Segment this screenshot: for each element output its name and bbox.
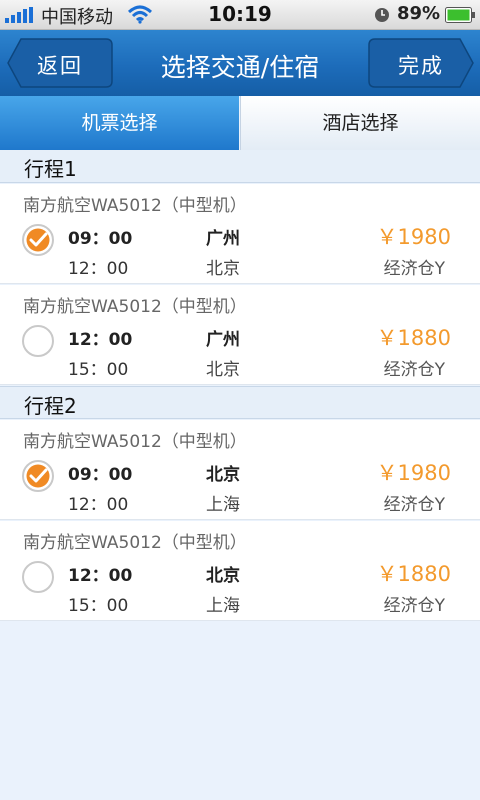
flight-option[interactable]: 南方航空WA5012（中型机） 09：00 12：00 北京 上海 ￥1980 … [0, 420, 480, 520]
flight-option[interactable]: 南方航空WA5012（中型机） 12：00 15：00 广州 北京 ￥1880 … [0, 285, 480, 385]
cabin-class: 经济仓Y [383, 259, 445, 279]
checked-radio-icon[interactable] [21, 223, 55, 257]
unchecked-radio-icon[interactable] [21, 324, 55, 358]
back-button-label: 返回 [37, 54, 83, 78]
done-button-label: 完成 [398, 54, 444, 78]
airline-info: 南方航空WA5012（中型机） [23, 196, 247, 216]
departure-time: 12：00 [68, 330, 133, 350]
itinerary-header: 行程1 [0, 150, 480, 183]
tab-hotel[interactable]: 酒店选择 [240, 96, 480, 150]
arrival-time: 12：00 [68, 495, 129, 515]
flight-price: ￥1980 [376, 461, 451, 485]
itinerary-title: 行程1 [24, 157, 77, 181]
segment-tabs: 机票选择 酒店选择 [0, 96, 480, 150]
departure-time: 12：00 [68, 566, 133, 586]
departure-time: 09：00 [68, 229, 133, 249]
signal-bars-icon [5, 7, 33, 23]
flight-price: ￥1980 [376, 225, 451, 249]
airline-info: 南方航空WA5012（中型机） [23, 297, 247, 317]
cabin-class: 经济仓Y [383, 495, 445, 515]
arrival-city: 上海 [206, 596, 240, 616]
cabin-class: 经济仓Y [383, 596, 445, 616]
airline-info: 南方航空WA5012（中型机） [23, 432, 247, 452]
carrier-name: 中国移动 [41, 7, 113, 28]
tab-flight[interactable]: 机票选择 [0, 96, 239, 150]
nav-bar: 返回 选择交通/住宿 完成 [0, 30, 480, 96]
arrival-time: 15：00 [68, 596, 129, 616]
flight-price: ￥1880 [376, 562, 451, 586]
status-bar: 中国移动 10:19 89% [0, 0, 480, 30]
departure-city: 广州 [206, 330, 240, 350]
arrival-time: 12：00 [68, 259, 129, 279]
itinerary-header: 行程2 [0, 386, 480, 419]
wifi-icon [127, 5, 153, 24]
itinerary-title: 行程2 [24, 394, 77, 418]
departure-time: 09：00 [68, 465, 133, 485]
done-button[interactable]: 完成 [368, 38, 474, 88]
flight-option[interactable]: 南方航空WA5012（中型机） 09：00 12：00 广州 北京 ￥1980 … [0, 184, 480, 284]
departure-city: 北京 [206, 566, 240, 586]
checked-radio-icon[interactable] [21, 459, 55, 493]
alarm-clock-icon [375, 8, 389, 22]
departure-city: 广州 [206, 229, 240, 249]
departure-city: 北京 [206, 465, 240, 485]
flight-price: ￥1880 [376, 326, 451, 350]
battery-icon [445, 7, 475, 23]
unchecked-radio-icon[interactable] [21, 560, 55, 594]
cabin-class: 经济仓Y [383, 360, 445, 380]
airline-info: 南方航空WA5012（中型机） [23, 533, 247, 553]
arrival-time: 15：00 [68, 360, 129, 380]
arrival-city: 北京 [206, 259, 240, 279]
flight-option[interactable]: 南方航空WA5012（中型机） 12：00 15：00 北京 上海 ￥1880 … [0, 521, 480, 621]
arrival-city: 上海 [206, 495, 240, 515]
back-button[interactable]: 返回 [7, 38, 113, 88]
battery-percent: 89% [397, 3, 441, 24]
arrival-city: 北京 [206, 360, 240, 380]
